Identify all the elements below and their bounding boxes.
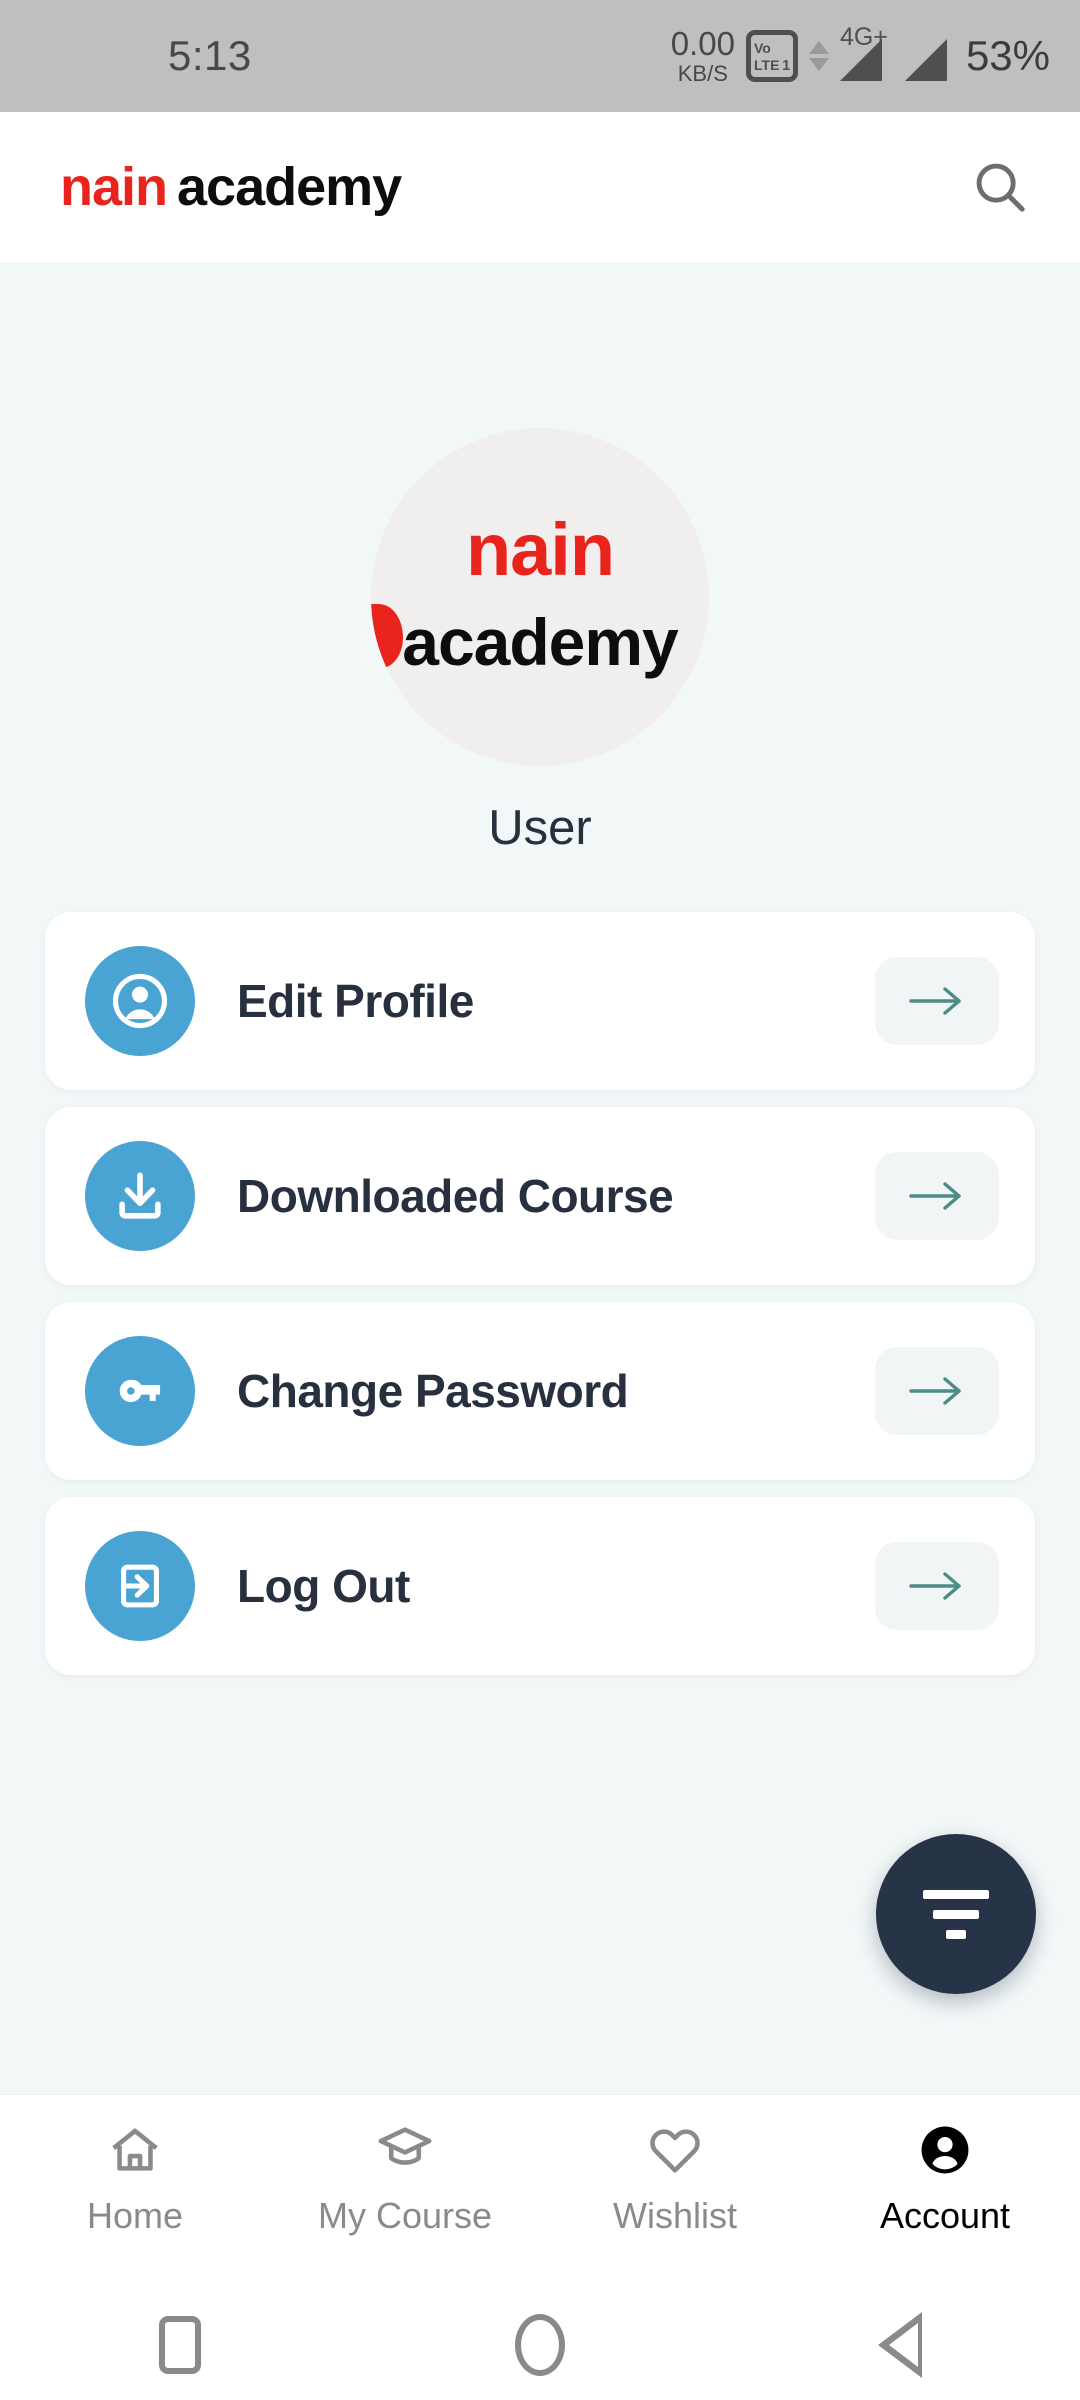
status-clock: 5:13 [168, 32, 252, 79]
status-bar: 5:13 0.00 KB/S Vo LTE 1 4G+ 53% [0, 0, 1080, 112]
data-transfer-arrows-icon [808, 41, 829, 71]
avatar-section: nain academy [0, 262, 1080, 766]
network-speed-value: 0.00 [670, 25, 735, 62]
volte-icon: Vo LTE 1 [745, 30, 798, 82]
nav-item-label: Account [879, 2195, 1011, 2236]
search-icon[interactable] [964, 151, 1036, 223]
status-icons: 0.00 KB/S Vo LTE 1 4G+ 53% [671, 25, 1050, 85]
triangle-back-icon[interactable] [840, 2290, 960, 2400]
home-icon [106, 2121, 164, 2184]
network-speed-indicator: 0.00 KB/S [671, 27, 735, 85]
signal-strength-sim2-icon [893, 27, 947, 85]
app-logo: nain academy [60, 157, 402, 217]
menu-item-label: Edit Profile [237, 975, 474, 1027]
nav-item-account[interactable]: Account [810, 2121, 1080, 2234]
app-logo-secondary: academy [177, 157, 402, 217]
menu-item-change-password[interactable]: Change Password [45, 1302, 1035, 1480]
avatar-decoration [371, 604, 403, 668]
network-speed-unit: KB/S [677, 61, 728, 86]
key-icon [85, 1336, 195, 1446]
arrow-right-icon[interactable] [875, 957, 999, 1045]
arrow-right-icon[interactable] [875, 1152, 999, 1240]
person-circle-icon [85, 946, 195, 1056]
circle-home-icon[interactable] [480, 2290, 600, 2400]
square-recents-icon[interactable] [120, 2290, 240, 2400]
avatar-logo-secondary: academy [402, 605, 679, 679]
avatar[interactable]: nain academy [371, 428, 709, 766]
battery-percentage: 53% [965, 32, 1050, 79]
svg-text:1: 1 [782, 57, 790, 74]
phone-screen: 5:13 0.00 KB/S Vo LTE 1 4G+ 53% nain aca… [0, 0, 1080, 2400]
app-logo-primary: nain [60, 157, 168, 217]
network-type-label: 4G+ [839, 23, 888, 51]
nav-item-my-course[interactable]: My Course [270, 2121, 540, 2234]
nav-item-wishlist[interactable]: Wishlist [540, 2121, 810, 2234]
menu-item-label: Downloaded Course [237, 1170, 674, 1222]
svg-text:Vo: Vo [754, 40, 771, 56]
android-system-nav [0, 2290, 1080, 2400]
nav-item-label: Home [86, 2195, 184, 2236]
filter-fab-button[interactable] [876, 1834, 1036, 1994]
graduation-cap-icon [376, 2121, 434, 2184]
avatar-logo-primary: nain [465, 508, 615, 591]
arrow-right-icon[interactable] [875, 1542, 999, 1630]
account-page-content: nain academy User Edit Profile Downloade… [0, 262, 1080, 2094]
nav-item-home[interactable]: Home [0, 2121, 270, 2234]
download-icon [85, 1141, 195, 1251]
heart-icon [646, 2121, 704, 2184]
person-filled-icon [916, 2121, 974, 2184]
bottom-navigation-bar: Home My Course Wishlist Account [0, 2094, 1080, 2290]
menu-item-edit-profile[interactable]: Edit Profile [45, 912, 1035, 1090]
nav-item-label: My Course [317, 2195, 493, 2236]
menu-item-log-out[interactable]: Log Out [45, 1497, 1035, 1675]
account-menu-list: Edit Profile Downloaded Course Change Pa… [0, 912, 1080, 1675]
app-header: nain academy [0, 112, 1080, 262]
user-name: User [488, 801, 592, 855]
filter-icon [923, 1889, 989, 1939]
logout-icon [85, 1531, 195, 1641]
nav-item-label: Wishlist [613, 2195, 737, 2236]
arrow-right-icon[interactable] [875, 1347, 999, 1435]
svg-text:LTE: LTE [754, 57, 779, 73]
menu-item-downloaded-course[interactable]: Downloaded Course [45, 1107, 1035, 1285]
menu-item-label: Change Password [237, 1365, 629, 1417]
signal-strength-sim1-icon: 4G+ [839, 25, 888, 85]
menu-item-label: Log Out [237, 1560, 410, 1612]
